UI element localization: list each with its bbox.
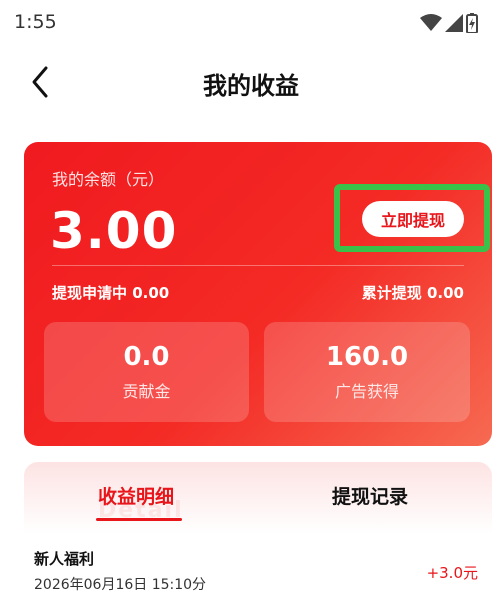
contribution-stat: 0.0 贡献金 — [44, 322, 249, 422]
balance-amount: 3.00 — [50, 202, 178, 260]
contribution-label: 贡献金 — [122, 382, 171, 401]
battery-icon — [466, 13, 478, 33]
balance-card: 我的余额（元） 3.00 立即提现 提现申请中 0.00 累计提现 0.00 0… — [24, 142, 492, 446]
status-time: 1:55 — [14, 11, 57, 33]
record-time: 2026年06月16日 15:10分 — [34, 577, 207, 593]
list-item[interactable]: 新人福利 2026年06月16日 15:10分 +3.0元 — [0, 540, 502, 600]
tab-bar: Detail 收益明细 提现记录 — [24, 462, 492, 534]
active-tab-indicator — [96, 518, 182, 521]
record-title: 新人福利 — [34, 550, 95, 568]
ad-earnings-stat: 160.0 广告获得 — [264, 322, 470, 422]
tab-withdrawal-records[interactable]: 提现记录 — [332, 482, 408, 509]
withdraw-button[interactable]: 立即提现 — [362, 201, 464, 237]
status-icons — [420, 13, 478, 33]
signal-icon — [445, 14, 463, 32]
nav-bar: 我的收益 — [0, 52, 502, 110]
ad-earnings-label: 广告获得 — [334, 382, 399, 401]
page-title: 我的收益 — [203, 72, 299, 100]
balance-label: 我的余额（元） — [52, 170, 165, 189]
status-bar: 1:55 — [0, 0, 502, 50]
tab-earnings-detail[interactable]: 收益明细 — [98, 482, 174, 509]
record-amount: +3.0元 — [426, 564, 478, 582]
ad-earnings-value: 160.0 — [325, 342, 409, 372]
contribution-value: 0.0 — [123, 342, 170, 372]
total-withdrawn-text: 累计提现 0.00 — [361, 284, 464, 302]
wifi-icon — [420, 14, 442, 31]
pending-withdrawal-text: 提现申请中 0.00 — [52, 284, 170, 302]
card-divider — [52, 265, 464, 266]
